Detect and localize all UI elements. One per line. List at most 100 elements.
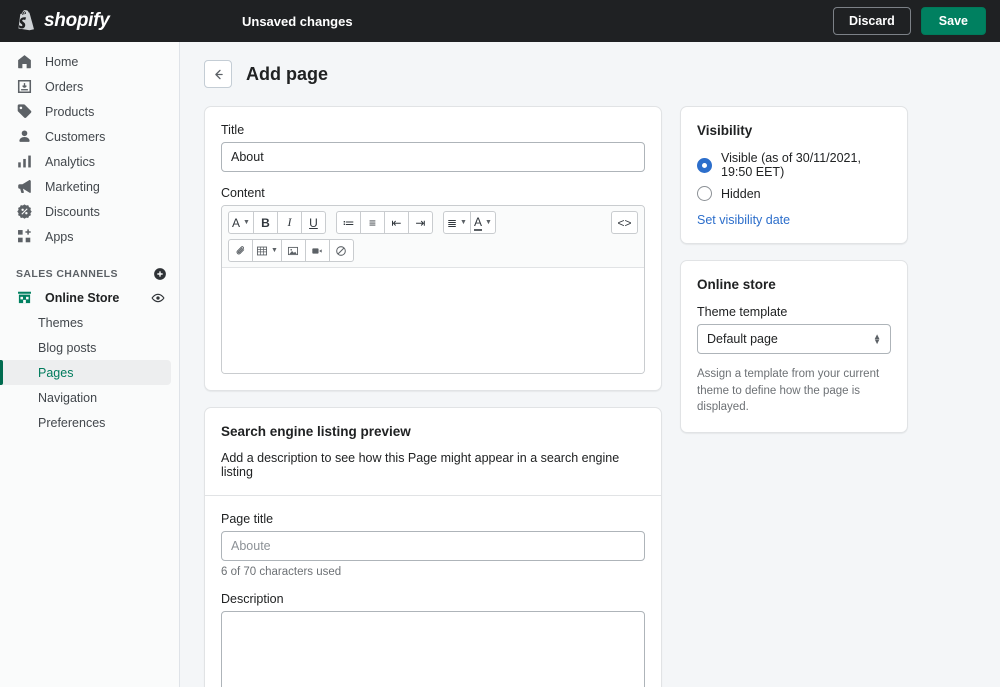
sidebar-item-label: Preferences [38,415,106,430]
sidebar-item-label: Analytics [45,154,96,169]
visibility-card-title: Visibility [697,123,753,138]
sidebar-item-blog-posts[interactable]: Blog posts [0,335,171,360]
sidebar-item-label: Marketing [45,179,100,194]
visibility-option-hidden[interactable]: Hidden [697,186,891,201]
italic-button[interactable]: I [276,211,302,234]
text-color-glyph: A [473,214,482,231]
page-details-card: Title Content A▼ B I U [204,106,662,391]
insert-table-dropdown[interactable]: ▼ [252,239,282,262]
theme-template-select-wrap: Default page ▲ ▼ [697,324,891,354]
page-title: Add page [246,63,329,84]
sales-channels-label: SALES CHANNELS [16,268,118,280]
table-icon [256,246,268,255]
bold-button[interactable]: B [252,211,278,234]
left-column: Title Content A▼ B I U [204,106,662,687]
radio-visible[interactable] [697,157,712,173]
sidebar-item-customers[interactable]: Customers [10,124,171,149]
seo-card-title: Search engine listing preview [221,424,411,439]
sidebar-item-label: Apps [45,229,74,244]
main-content: Add page Title Content A▼ [180,42,1000,687]
discard-button[interactable]: Discard [832,7,911,35]
content-rich-text-editor: A ▼ B I U ≔ ≡ ⇤ ⇥ ≣ ▼ A ▼ <> ▼ [221,205,645,374]
theme-template-label: Theme template [697,305,788,319]
sidebar-item-home[interactable]: Home [10,49,171,74]
text-style-glyph: A [232,215,241,230]
sales-channels-heading: SALES CHANNELS [16,267,167,281]
content-field-label: Content [221,186,265,200]
analytics-bars-icon [18,155,31,168]
page-header: Add page [204,60,976,88]
sidebar-item-label: Customers [45,129,106,144]
content-editor-body[interactable] [222,267,644,373]
sidebar-item-online-store[interactable]: Online Store [10,285,171,310]
plus-circle-icon[interactable] [153,267,167,281]
orders-inbox-icon [17,79,32,94]
visibility-visible-label: Visible (as of 30/11/2021, 19:50 EET) [721,151,861,179]
video-camera-icon [312,247,323,254]
insert-group: ▼ [228,239,354,262]
insert-image-button[interactable] [280,239,306,262]
seo-description-textarea[interactable] [221,611,645,687]
editor-toolbar-row-1: A ▼ B I U ≔ ≡ ⇤ ⇥ ≣ ▼ A ▼ <> [222,206,644,239]
unsaved-changes-status: Unsaved changes [242,13,353,29]
theme-template-note: Assign a template from your current them… [697,368,880,414]
insert-link-button[interactable] [228,239,253,262]
text-format-group: A ▼ B I U [228,211,326,234]
sidebar-item-orders[interactable]: Orders [10,74,171,99]
text-color-dropdown[interactable]: A ▼ [469,211,496,234]
sidebar-item-analytics[interactable]: Analytics [10,149,171,174]
sidebar-item-discounts[interactable]: Discounts [10,199,171,224]
sidebar-item-label: Navigation [38,390,98,405]
editor-toolbar-row-2: ▼ [222,239,644,267]
sidebar-item-label: Discounts [45,204,100,219]
sidebar-item-marketing[interactable]: Marketing [10,174,171,199]
top-bar: shopify Unsaved changes Discard Save [0,0,1000,42]
align-dropdown[interactable]: ≣ ▼ [442,211,471,234]
seo-card: Search engine listing preview Add a desc… [204,407,662,687]
seo-page-title-input[interactable] [221,531,645,561]
sidebar-item-apps[interactable]: Apps [10,224,171,249]
marketing-megaphone-icon [18,179,31,194]
apps-grid-icon [18,229,31,243]
online-store-card-title: Online store [697,277,776,292]
list-indent-group: ≔ ≡ ⇤ ⇥ [335,211,433,234]
code-view-button[interactable]: <> [611,211,638,234]
outdent-button[interactable]: ⇤ [383,211,409,234]
set-visibility-date-link[interactable]: Set visibility date [697,213,891,227]
numbered-list-button[interactable]: ≡ [359,211,385,234]
sidebar-item-preferences[interactable]: Preferences [0,410,171,435]
online-store-card: Online store Theme template Default page… [680,260,908,434]
image-icon [288,246,299,255]
chevron-updown-icon: ▲ ▼ [873,332,881,346]
sidebar-item-pages[interactable]: Pages [0,360,171,385]
arrow-left-icon [214,69,223,79]
visibility-hidden-label: Hidden [721,186,761,201]
sidebar-item-label: Orders [45,79,84,94]
theme-template-select[interactable]: Default page ▲ ▼ [697,324,891,354]
underline-button[interactable]: U [300,211,326,234]
sidebar-item-themes[interactable]: Themes [0,310,171,335]
seo-page-title-counter: 6 of 70 characters used [221,566,342,578]
seo-page-title-label: Page title [221,512,274,526]
align-color-group: ≣ ▼ A ▼ [442,211,496,234]
save-button[interactable]: Save [920,7,986,35]
discount-badge-icon [17,204,32,219]
sidebar-item-navigation[interactable]: Navigation [0,385,171,410]
insert-video-button[interactable] [304,239,330,262]
text-style-dropdown[interactable]: A ▼ [228,211,254,234]
sidebar-item-products[interactable]: Products [10,99,171,124]
sidebar-item-label: Home [45,54,79,69]
align-glyph: ≣ [446,215,458,230]
title-input[interactable] [221,142,645,172]
right-column: Visibility Visible (as of 30/11/2021, 19… [680,106,908,434]
storefront-icon [18,291,31,304]
radio-hidden[interactable] [697,186,712,201]
visibility-card: Visibility Visible (as of 30/11/2021, 19… [680,106,908,244]
bulleted-list-button[interactable]: ≔ [335,211,361,234]
eye-icon[interactable] [151,291,165,305]
indent-button[interactable]: ⇥ [407,211,433,234]
shopify-logo[interactable]: shopify [16,10,180,32]
clear-formatting-button[interactable] [328,239,354,262]
back-button[interactable] [204,60,232,88]
visibility-option-visible[interactable]: Visible (as of 30/11/2021, 19:50 EET) [697,151,891,179]
